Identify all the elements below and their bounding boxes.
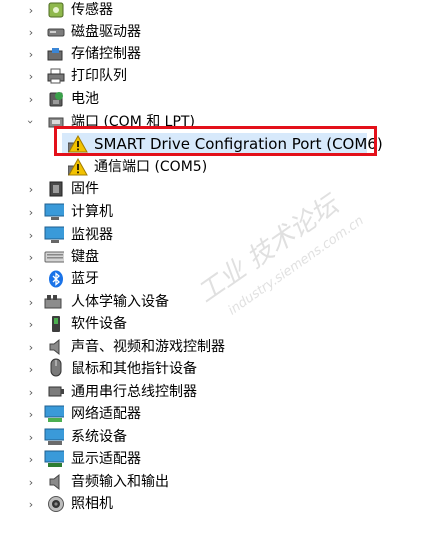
- warning-icon: [68, 158, 88, 176]
- tree-item-bluetooth[interactable]: › 蓝牙: [0, 268, 430, 290]
- keyboard-icon: [44, 248, 64, 266]
- tree-item-label: 电池: [71, 91, 99, 107]
- tree-item-label: 通用串行总线控制器: [71, 384, 197, 400]
- chevron-right-icon[interactable]: ›: [24, 228, 38, 242]
- chevron-right-icon[interactable]: ›: [24, 475, 38, 489]
- tree-item-computer[interactable]: › 计算机: [0, 201, 430, 223]
- chevron-right-icon[interactable]: ›: [24, 430, 38, 444]
- chevron-right-icon[interactable]: ›: [24, 385, 38, 399]
- storage-controller-icon: [46, 45, 66, 63]
- chevron-right-icon[interactable]: ›: [24, 92, 38, 106]
- chevron-right-icon[interactable]: ›: [24, 272, 38, 286]
- tree-item-label: 蓝牙: [71, 271, 99, 287]
- chevron-right-icon[interactable]: ›: [24, 47, 38, 61]
- tree-item-label: 固件: [71, 181, 99, 197]
- chevron-right-icon[interactable]: ›: [24, 362, 38, 376]
- annotation-highlight-box: [54, 126, 377, 156]
- tree-item-label: 软件设备: [71, 316, 127, 332]
- tree-item-label: 显示适配器: [71, 451, 141, 467]
- tree-item-label: 声音、视频和游戏控制器: [71, 339, 225, 355]
- tree-item-label: 系统设备: [71, 429, 127, 445]
- tree-item-label: 计算机: [71, 204, 113, 220]
- chevron-down-icon[interactable]: ›: [24, 115, 38, 129]
- tree-item-disk-drives[interactable]: › 磁盘驱动器: [0, 21, 430, 43]
- tree-item-print-queues[interactable]: › 打印队列: [0, 65, 430, 87]
- chevron-right-icon[interactable]: ›: [24, 3, 38, 17]
- tree-item-sound-video-game[interactable]: › 声音、视频和游戏控制器: [0, 336, 430, 358]
- tree-item-label: 音频输入和输出: [71, 474, 169, 490]
- chevron-right-icon[interactable]: ›: [24, 452, 38, 466]
- chevron-right-icon[interactable]: ›: [24, 205, 38, 219]
- tree-item-monitors[interactable]: › 监视器: [0, 224, 430, 246]
- printer-icon: [46, 67, 66, 85]
- chevron-right-icon[interactable]: ›: [24, 407, 38, 421]
- camera-icon: [46, 495, 66, 513]
- tree-item-keyboards[interactable]: › 键盘: [0, 246, 430, 268]
- tree-item-mice[interactable]: › 鼠标和其他指针设备: [0, 358, 430, 380]
- tree-item-label: 键盘: [71, 249, 99, 265]
- battery-icon: [46, 90, 66, 108]
- chevron-right-icon[interactable]: ›: [24, 295, 38, 309]
- chevron-right-icon[interactable]: ›: [24, 182, 38, 196]
- tree-item-label: 存储控制器: [71, 46, 141, 62]
- audio-io-icon: [46, 473, 66, 491]
- chevron-right-icon[interactable]: ›: [24, 69, 38, 83]
- chevron-right-icon[interactable]: ›: [24, 25, 38, 39]
- tree-item-batteries[interactable]: › 电池: [0, 88, 430, 110]
- network-adapter-icon: [44, 405, 64, 423]
- sensor-icon: [46, 1, 66, 19]
- tree-item-label: 监视器: [71, 227, 113, 243]
- tree-item-firmware[interactable]: › 固件: [0, 178, 430, 200]
- tree-item-label: 人体学输入设备: [71, 294, 169, 310]
- speaker-icon: [46, 338, 66, 356]
- chevron-right-icon[interactable]: ›: [24, 250, 38, 264]
- usb-icon: [46, 383, 66, 401]
- display-adapter-icon: [44, 450, 64, 468]
- chevron-right-icon[interactable]: ›: [24, 497, 38, 511]
- bluetooth-icon: [46, 270, 66, 288]
- tree-item-sensors[interactable]: › 传感器: [0, 0, 430, 21]
- tree-item-label: 通信端口 (COM5): [94, 159, 208, 175]
- hid-icon: [44, 293, 64, 311]
- tree-item-comm-port-com5[interactable]: 通信端口 (COM5): [0, 156, 430, 178]
- mouse-icon: [46, 358, 66, 377]
- chevron-right-icon[interactable]: ›: [24, 340, 38, 354]
- disk-drive-icon: [46, 23, 66, 41]
- tree-item-label: 照相机: [71, 496, 113, 512]
- monitor-icon: [44, 226, 64, 244]
- tree-item-label: 打印队列: [71, 68, 127, 84]
- tree-item-audio-io[interactable]: › 音频输入和输出: [0, 471, 430, 493]
- tree-item-network-adapters[interactable]: › 网络适配器: [0, 403, 430, 425]
- system-device-icon: [44, 428, 64, 446]
- computer-icon: [44, 203, 64, 221]
- tree-item-label: 网络适配器: [71, 406, 141, 422]
- tree-item-label: 鼠标和其他指针设备: [71, 361, 197, 377]
- tree-item-display-adapters[interactable]: › 显示适配器: [0, 448, 430, 470]
- tree-item-software-devices[interactable]: › 软件设备: [0, 313, 430, 335]
- tree-item-hid[interactable]: › 人体学输入设备: [0, 291, 430, 313]
- chevron-right-icon[interactable]: ›: [24, 317, 38, 331]
- firmware-icon: [46, 180, 66, 198]
- tree-item-usb-controllers[interactable]: › 通用串行总线控制器: [0, 381, 430, 403]
- software-device-icon: [46, 315, 66, 333]
- tree-item-label: 传感器: [71, 2, 113, 18]
- tree-item-cameras[interactable]: › 照相机: [0, 493, 430, 515]
- tree-item-storage-controllers[interactable]: › 存储控制器: [0, 43, 430, 65]
- tree-item-label: 磁盘驱动器: [71, 24, 141, 40]
- tree-item-system-devices[interactable]: › 系统设备: [0, 426, 430, 448]
